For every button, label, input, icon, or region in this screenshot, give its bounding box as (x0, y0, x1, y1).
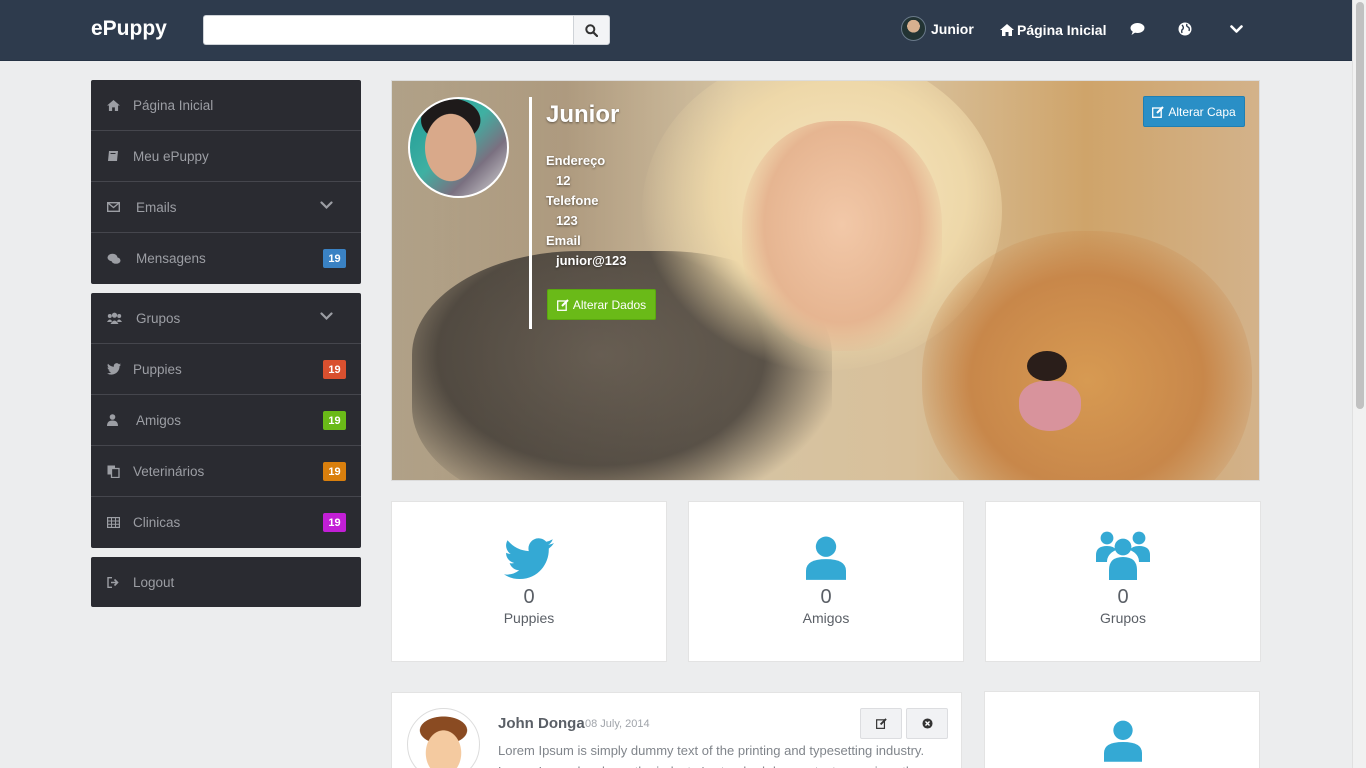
stat-value: 0 (523, 586, 535, 608)
edit-icon (1152, 105, 1165, 118)
post-card: John Donga 08 July, 2014 Lorem Ipsum is … (391, 692, 962, 768)
chevron-down-icon[interactable] (1230, 25, 1243, 34)
count-badge: 19 (323, 462, 346, 481)
nav-user-menu[interactable]: Junior (901, 16, 974, 41)
home-icon (1000, 24, 1014, 36)
count-badge: 19 (323, 411, 346, 430)
home-icon (107, 99, 120, 111)
stat-label: Puppies (503, 610, 555, 626)
edit-post-button[interactable] (860, 708, 902, 739)
sidebar-item-label: Puppies (133, 361, 182, 377)
stat-value: 0 (1117, 586, 1129, 608)
stat-card-grupos[interactable]: 0 Grupos (985, 501, 1261, 662)
delete-post-button[interactable] (906, 708, 948, 739)
divider (529, 97, 532, 329)
sidebar-item-puppies[interactable]: Puppies 19 (91, 344, 361, 395)
profile-name: Junior (546, 101, 620, 128)
envelope-icon (107, 202, 120, 212)
phone-value: 123 (556, 213, 578, 228)
user-icon (1104, 720, 1142, 762)
search-icon (585, 23, 598, 37)
edit-data-button[interactable]: Alterar Dados (547, 289, 656, 320)
stat-value: 0 (820, 586, 832, 608)
sidebar-item-label: Logout (133, 574, 175, 590)
email-value: junior@123 (556, 253, 627, 268)
profile-avatar[interactable] (408, 97, 509, 198)
chevron-down-icon (320, 312, 333, 321)
stat-label: Amigos (802, 610, 850, 626)
scrollbar-thumb[interactable] (1356, 2, 1364, 409)
users-icon (1096, 531, 1150, 580)
address-value: 12 (556, 173, 571, 188)
edit-icon (556, 298, 569, 311)
edit-cover-button[interactable]: Alterar Capa (1143, 96, 1245, 127)
count-badge: 19 (323, 513, 346, 532)
chevron-down-icon (320, 201, 333, 210)
sidebar-item-emails[interactable]: Emails (91, 182, 361, 233)
globe-icon[interactable] (1178, 22, 1192, 36)
sidebar-item-label: Amigos (136, 412, 182, 428)
count-badge: 19 (323, 249, 346, 268)
users-icon (107, 312, 122, 324)
sidebar-item-home[interactable]: Página Inicial (91, 80, 361, 131)
sidebar-menu-social: Grupos Puppies 19 Amigos 19 Veterinários… (91, 293, 361, 548)
phone-label: Telefone (546, 193, 599, 208)
twitter-icon (107, 363, 121, 375)
user-icon (107, 414, 118, 426)
sidebar-item-veterinarios[interactable]: Veterinários 19 (91, 446, 361, 497)
sidebar-item-label: Grupos (136, 310, 181, 326)
copy-icon (107, 465, 120, 478)
suggestion-card (984, 691, 1260, 768)
sidebar-item-label: Página Inicial (133, 97, 214, 113)
sidebar-item-label: Meu ePuppy (133, 148, 209, 164)
edit-data-label: Alterar Dados (572, 297, 647, 312)
search-button[interactable] (573, 15, 610, 45)
sidebar-menu-logout: Logout (91, 557, 361, 607)
sidebar-menu-main: Página Inicial Meu ePuppy Emails Mensage… (91, 80, 361, 284)
sidebar-item-label: Veterinários (133, 463, 205, 479)
stat-card-amigos[interactable]: 0 Amigos (688, 501, 964, 662)
user-icon (806, 536, 846, 580)
post-author[interactable]: John Donga (498, 715, 585, 732)
edit-cover-label: Alterar Capa (1168, 104, 1236, 119)
sidebar-item-label: Clinicas (133, 515, 181, 530)
address-label: Endereço (546, 153, 606, 168)
nav-home-link[interactable]: Página Inicial (1000, 22, 1106, 38)
search-input[interactable] (203, 15, 573, 45)
close-circle-icon (921, 718, 933, 729)
book-icon (108, 151, 118, 161)
edit-icon (875, 718, 887, 729)
twitter-icon (504, 538, 554, 579)
nav-home-label: Página Inicial (1017, 22, 1107, 38)
sidebar-item-logout[interactable]: Logout (91, 557, 361, 607)
page-scrollbar[interactable] (1352, 0, 1366, 768)
table-icon (107, 517, 120, 528)
post-date: 08 July, 2014 (585, 718, 650, 730)
stat-card-puppies[interactable]: 0 Puppies (391, 501, 667, 662)
post-text: Lorem Ipsum is simply dummy text of the … (498, 743, 925, 768)
profile-cover: Junior Endereço 12 Telefone 123 Email ju… (391, 80, 1260, 481)
brand-logo[interactable]: ePuppy (91, 17, 167, 41)
profile-details: Endereço 12 Telefone 123 Email junior@12… (546, 151, 626, 271)
stat-label: Grupos (1100, 610, 1146, 626)
sidebar-item-clinicas[interactable]: Clinicas 19 (91, 497, 361, 548)
avatar[interactable] (407, 708, 480, 768)
sidebar-item-meu-epuppy[interactable]: Meu ePuppy (91, 131, 361, 182)
sidebar-item-grupos[interactable]: Grupos (91, 293, 361, 344)
sidebar-item-amigos[interactable]: Amigos 19 (91, 395, 361, 446)
avatar (901, 16, 926, 41)
count-badge: 19 (323, 360, 346, 379)
nav-user-name: Junior (931, 20, 974, 37)
email-label: Email (546, 233, 581, 248)
sidebar-item-mensagens[interactable]: Mensagens 19 (91, 233, 361, 284)
sidebar-item-label: Emails (136, 199, 177, 215)
chat-icon (107, 253, 121, 264)
chat-icon[interactable] (1130, 22, 1145, 36)
sidebar-item-label: Mensagens (136, 251, 206, 266)
top-navbar: ePuppy Junior Página Inicial (0, 0, 1352, 61)
search-bar (203, 15, 610, 45)
signout-icon (107, 576, 119, 588)
